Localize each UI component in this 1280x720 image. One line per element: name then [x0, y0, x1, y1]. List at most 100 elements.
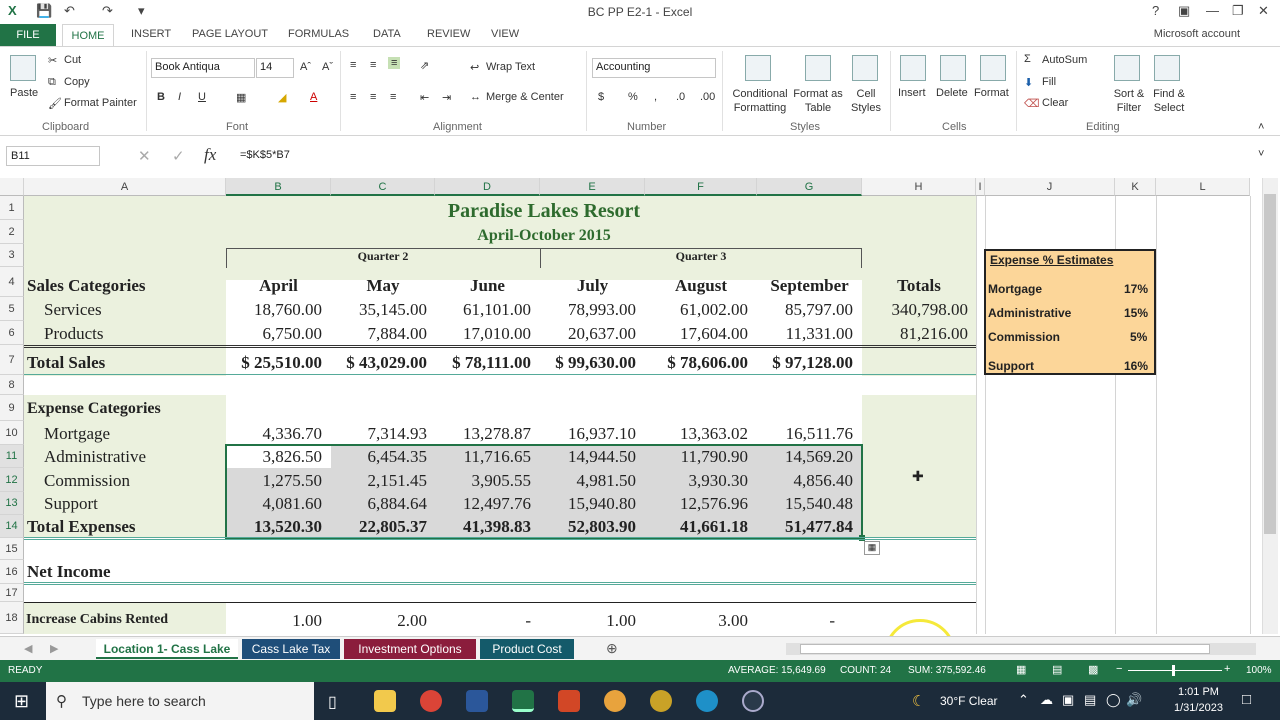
conditional-formatting-icon[interactable]: [745, 55, 771, 81]
tab-file[interactable]: FILE: [0, 24, 56, 46]
tab-home[interactable]: HOME: [62, 24, 114, 47]
commission-july[interactable]: 4,981.50: [540, 472, 637, 489]
borders-icon[interactable]: ▦: [236, 91, 246, 104]
collapse-ribbon-icon[interactable]: ˄: [1258, 121, 1264, 133]
format-painter-button[interactable]: Format Painter: [64, 97, 137, 109]
row-header-18[interactable]: 18: [0, 602, 24, 634]
column-header-e[interactable]: E: [540, 178, 645, 196]
total-expenses-july[interactable]: 52,803.90: [540, 518, 636, 535]
row-header-14[interactable]: 14: [0, 515, 24, 538]
column-header-j[interactable]: J: [985, 178, 1115, 196]
vertical-scroll-thumb[interactable]: [1264, 194, 1276, 534]
shrink-font-icon[interactable]: Aˇ: [322, 61, 333, 73]
align-left-icon[interactable]: ≡: [350, 91, 356, 103]
administrative-september[interactable]: 14,569.20: [757, 448, 853, 465]
format-cells-icon[interactable]: [980, 55, 1006, 81]
administrative-august[interactable]: 11,790.90: [645, 448, 748, 465]
add-sheet-icon[interactable]: ⊕: [606, 640, 618, 657]
support-august[interactable]: 12,576.96: [645, 495, 748, 512]
administrative-june[interactable]: 11,716.65: [435, 448, 531, 465]
column-header-f[interactable]: F: [645, 178, 757, 196]
zoom-in-icon[interactable]: +: [1224, 663, 1230, 675]
support-september[interactable]: 15,540.48: [757, 495, 853, 512]
column-header-g[interactable]: G: [757, 178, 862, 196]
tab-view[interactable]: VIEW: [491, 28, 519, 40]
font-size-select[interactable]: 14: [256, 58, 294, 78]
total-expenses-april[interactable]: 13,520.30: [226, 518, 322, 535]
row-header-7[interactable]: 7: [0, 345, 24, 375]
commission-april[interactable]: 1,275.50: [226, 472, 323, 489]
row-header-9[interactable]: 9: [0, 395, 24, 421]
tray-chevron-icon[interactable]: ⌃: [1018, 692, 1029, 708]
row-header-10[interactable]: 10: [0, 421, 24, 445]
name-box[interactable]: B11: [6, 146, 100, 166]
camera-icon[interactable]: ▣: [1062, 692, 1074, 708]
wrap-text-icon[interactable]: ↩: [470, 61, 479, 74]
bold-icon[interactable]: B: [157, 91, 165, 103]
row-header-17[interactable]: 17: [0, 584, 24, 602]
cut-button[interactable]: Cut: [64, 54, 81, 66]
excel-taskbar-icon[interactable]: [512, 690, 534, 712]
orientation-icon[interactable]: ⇗: [420, 59, 429, 72]
formula-input[interactable]: =$K$5*B7: [240, 149, 290, 161]
column-header-h[interactable]: H: [862, 178, 976, 196]
zoom-slider-thumb[interactable]: [1172, 665, 1175, 676]
column-header-d[interactable]: D: [435, 178, 540, 196]
tab-review[interactable]: REVIEW: [427, 28, 470, 40]
chrome-icon[interactable]: [420, 690, 442, 712]
copy-button[interactable]: Copy: [64, 76, 90, 88]
restore-icon[interactable]: ❐: [1232, 3, 1244, 19]
fill-button[interactable]: Fill: [1042, 76, 1056, 88]
row-header-2[interactable]: 2: [0, 220, 24, 244]
column-header-a[interactable]: A: [24, 178, 226, 196]
align-center-icon[interactable]: ≡: [370, 91, 376, 103]
row-header-12[interactable]: 12: [0, 468, 24, 492]
autosum-button[interactable]: AutoSum: [1042, 54, 1087, 66]
font-color-icon[interactable]: A: [310, 91, 317, 103]
wrap-text-button[interactable]: Wrap Text: [486, 61, 535, 73]
row-header-8[interactable]: 8: [0, 375, 24, 395]
commission-september[interactable]: 4,856.40: [757, 472, 854, 489]
cut-icon[interactable]: ✂: [48, 54, 57, 67]
align-top-icon[interactable]: ≡: [350, 59, 356, 71]
format-as-table-button[interactable]: Format as Table: [792, 87, 844, 115]
administrative-may[interactable]: 6,454.35: [331, 448, 428, 465]
fill-color-icon[interactable]: ◢: [278, 91, 286, 104]
support-may[interactable]: 6,884.64: [331, 495, 428, 512]
row-header-16[interactable]: 16: [0, 560, 24, 584]
format-painter-icon[interactable]: 🖌: [48, 97, 62, 110]
sheet-tab-product-cost[interactable]: Product Cost: [480, 639, 574, 659]
insert-function-icon[interactable]: fx: [204, 145, 216, 165]
row-header-6[interactable]: 6: [0, 321, 24, 345]
column-header-l[interactable]: L: [1156, 178, 1250, 196]
delete-cells-button[interactable]: Delete: [936, 87, 968, 99]
merge-center-button[interactable]: Merge & Center: [486, 91, 564, 103]
recorder-icon[interactable]: [742, 690, 764, 712]
row-header-1[interactable]: 1: [0, 196, 24, 220]
prev-sheet-icon[interactable]: ◀: [24, 642, 32, 655]
select-all-corner[interactable]: [0, 178, 24, 196]
page-break-view-icon[interactable]: ▩: [1088, 663, 1098, 676]
row-header-15[interactable]: 15: [0, 538, 24, 560]
column-header-k[interactable]: K: [1115, 178, 1156, 196]
insert-cells-button[interactable]: Insert: [898, 87, 926, 99]
chrome-alt-icon[interactable]: [604, 690, 626, 712]
align-middle-icon[interactable]: ≡: [370, 59, 376, 71]
page-layout-view-icon[interactable]: ▤: [1052, 663, 1062, 676]
fill-icon[interactable]: ⬇: [1024, 76, 1033, 89]
support-june[interactable]: 12,497.76: [435, 495, 531, 512]
worksheet-grid[interactable]: A B C D E F G H I J K L ▦ 1 2 3 4 5 6 7 …: [0, 178, 1280, 691]
column-header-c[interactable]: C: [331, 178, 435, 196]
commission-june[interactable]: 3,905.55: [435, 472, 532, 489]
increase-indent-icon[interactable]: ⇥: [442, 91, 451, 104]
paste-icon[interactable]: [10, 55, 36, 81]
taskbar-search[interactable]: ⚲ Type here to search: [46, 682, 314, 720]
total-expenses-august[interactable]: 41,661.18: [645, 518, 748, 535]
tab-formulas[interactable]: FORMULAS: [288, 28, 349, 40]
commission-may[interactable]: 2,151.45: [331, 472, 428, 489]
minimize-icon[interactable]: —: [1206, 3, 1219, 18]
expand-formula-icon[interactable]: ˅: [1258, 148, 1264, 160]
copy-icon[interactable]: ⧉: [48, 76, 56, 89]
word-icon[interactable]: [466, 690, 488, 712]
weather-text[interactable]: 30°F Clear: [940, 694, 998, 708]
